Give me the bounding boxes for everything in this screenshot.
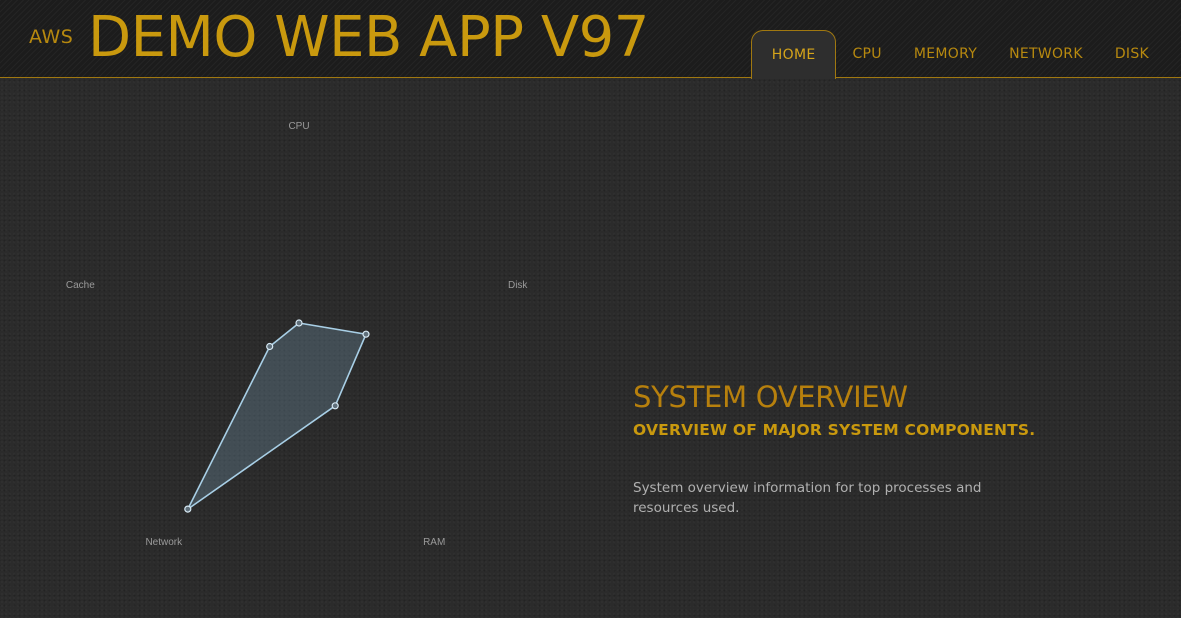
main-nav: HOME CPU MEMORY NETWORK DISK	[750, 30, 1181, 79]
radar-point-network[interactable]	[184, 505, 192, 513]
page: AWS DEMO WEB APP V97 HOME CPU MEMORY NET…	[0, 0, 1181, 618]
nav-network[interactable]: NETWORK	[993, 30, 1099, 78]
header: AWS DEMO WEB APP V97 HOME CPU MEMORY NET…	[0, 0, 1181, 79]
nav-disk[interactable]: DISK	[1099, 30, 1181, 78]
overview-subtitle: OVERVIEW OF MAJOR SYSTEM COMPONENTS.	[633, 421, 1036, 439]
radar-series-area	[187, 322, 368, 510]
nav-home[interactable]: HOME	[750, 30, 837, 79]
radar-point-disk[interactable]	[362, 330, 370, 338]
radar-point-ram[interactable]	[331, 402, 339, 410]
nav-memory[interactable]: MEMORY	[898, 30, 993, 78]
overview-description: System overview information for top proc…	[633, 480, 982, 516]
radar-point-cache[interactable]	[266, 342, 274, 351]
overview-title: SYSTEM OVERVIEW	[633, 380, 908, 414]
radar-axis-label-cache: Cache	[66, 280, 95, 291]
radar-axis-label-disk: Disk	[508, 280, 528, 291]
radar-axis-label-cpu: CPU	[288, 121, 309, 132]
nav-cpu[interactable]: CPU	[836, 30, 897, 78]
app-title[interactable]: DEMO WEB APP V97	[88, 4, 649, 72]
radar-point-cpu[interactable]	[295, 319, 303, 327]
radar-axis-label-network: Network	[145, 537, 183, 548]
brand-prefix: AWS	[29, 26, 74, 48]
system-radar-chart: CPU Disk RAM Network Cache	[66, 121, 529, 548]
overview-section: SYSTEM OVERVIEW OVERVIEW OF MAJOR SYSTEM…	[633, 380, 1053, 518]
radar-axis-label-ram: RAM	[423, 537, 445, 548]
